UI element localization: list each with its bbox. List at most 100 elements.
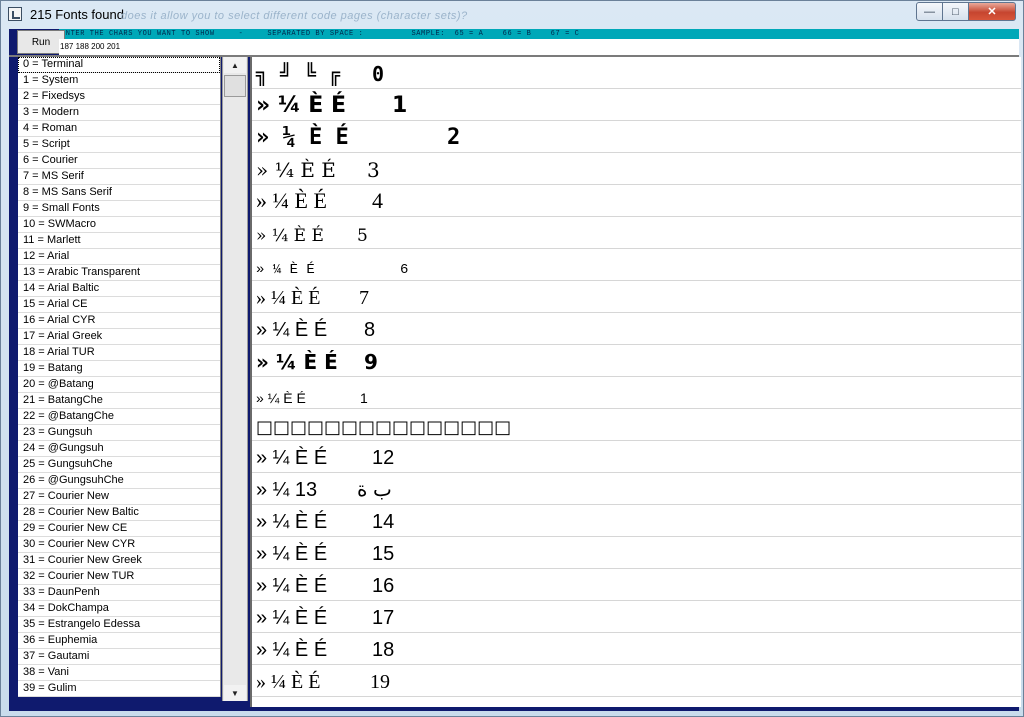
font-list-item[interactable]: 17 = Arial Greek xyxy=(18,329,220,345)
font-list-item[interactable]: 0 = Terminal xyxy=(18,57,220,73)
preview-row: » ¼ È É 18 xyxy=(252,633,1021,665)
font-list-item[interactable]: 15 = Arial CE xyxy=(18,297,220,313)
font-list-item[interactable]: 39 = Gulim xyxy=(18,681,220,697)
client-area: ENTER THE CHARS YOU WANT TO SHOW - SEPAR… xyxy=(9,29,1021,711)
font-list-item[interactable]: 31 = Courier New Greek xyxy=(18,553,220,569)
preview-row: » ¼ È É 12 xyxy=(252,441,1021,473)
window-title: 215 Fonts found xyxy=(30,7,124,22)
font-list-item[interactable]: 3 = Modern xyxy=(18,105,220,121)
arrow-up-icon: ▲ xyxy=(231,60,239,70)
preview-sample: » ¼ 13 xyxy=(256,479,318,501)
font-list-item[interactable]: 13 = Arabic Transparent xyxy=(18,265,220,281)
preview-row: » ¼ È É 7 xyxy=(252,281,1021,313)
preview-sample: » ¼ È É xyxy=(256,350,338,374)
font-list-item[interactable]: 25 = GungsuhChe xyxy=(18,457,220,473)
preview-sample: ╗ ╝ ╚ ╔ xyxy=(256,62,341,86)
preview-row: ╗ ╝ ╚ ╔ 0 xyxy=(252,57,1021,89)
preview-row: □□□□□□□□□□□□□□□ xyxy=(252,409,1021,441)
font-list-item[interactable]: 21 = BatangChe xyxy=(18,393,220,409)
font-list-item[interactable]: 18 = Arial TUR xyxy=(18,345,220,361)
preview-sample: » ¼ È É xyxy=(256,511,328,533)
preview-font-number: 12 xyxy=(372,447,395,469)
font-list-item[interactable]: 6 = Courier xyxy=(18,153,220,169)
font-list-item[interactable]: 27 = Courier New xyxy=(18,489,220,505)
scroll-up-button[interactable]: ▲ xyxy=(224,57,246,73)
maximize-button[interactable]: □ xyxy=(942,2,969,21)
preview-sample: » ¼ È É xyxy=(256,262,315,278)
preview-sample: » ¼ È É xyxy=(256,158,336,182)
preview-row: » ¼ È É 4 xyxy=(252,185,1021,217)
app-window: 215 Fonts found does it allow you to sel… xyxy=(0,0,1024,717)
preview-sample: » ¼ È É xyxy=(256,226,324,246)
run-button[interactable]: Run xyxy=(17,30,65,54)
font-list-item[interactable]: 37 = Gautami xyxy=(18,649,220,665)
preview-row: » ¼ È É 17 xyxy=(252,601,1021,633)
scroll-thumb[interactable] xyxy=(224,75,246,97)
font-list-item[interactable]: 7 = MS Serif xyxy=(18,169,220,185)
preview-font-number: 18 xyxy=(372,639,395,661)
preview-sample: » ¼ È É xyxy=(256,575,328,597)
preview-sample: » ¼ È É xyxy=(256,639,328,661)
font-list-item[interactable]: 12 = Arial xyxy=(18,249,220,265)
font-list-item[interactable]: 19 = Batang xyxy=(18,361,220,377)
font-list-item[interactable]: 33 = DaunPenh xyxy=(18,585,220,601)
font-list-item[interactable]: 9 = Small Fonts xyxy=(18,201,220,217)
preview-font-number: 7 xyxy=(359,287,369,309)
font-list-item[interactable]: 20 = @Batang xyxy=(18,377,220,393)
close-button[interactable]: ✕ xyxy=(968,2,1016,21)
preview-font-number: 1 xyxy=(392,93,408,118)
font-list-item[interactable]: 35 = Estrangelo Edessa xyxy=(18,617,220,633)
font-list-item[interactable]: 23 = Gungsuh xyxy=(18,425,220,441)
font-list-item[interactable]: 11 = Marlett xyxy=(18,233,220,249)
title-bar[interactable]: 215 Fonts found does it allow you to sel… xyxy=(1,1,1023,29)
minimize-button[interactable]: — xyxy=(916,2,943,21)
preview-sample: » ¼ È É xyxy=(256,287,321,309)
font-list-item[interactable]: 38 = Vani xyxy=(18,665,220,681)
instruction-label: ENTER THE CHARS YOU WANT TO SHOW - SEPAR… xyxy=(61,30,580,38)
font-list-item[interactable]: 1 = System xyxy=(18,73,220,89)
preview-font-number: 0 xyxy=(372,62,385,86)
font-list-item[interactable]: 8 = MS Sans Serif xyxy=(18,185,220,201)
preview-font-number: 2 xyxy=(447,125,461,150)
preview-font-number: ب ة xyxy=(357,479,392,501)
font-list-item[interactable]: 2 = Fixedsys xyxy=(18,89,220,105)
preview-font-number: 1 xyxy=(360,390,368,406)
font-list-item[interactable]: 4 = Roman xyxy=(18,121,220,137)
font-list-item[interactable]: 30 = Courier New CYR xyxy=(18,537,220,553)
close-icon: ✕ xyxy=(987,6,997,18)
preview-sample: » ¼ È É xyxy=(256,671,321,693)
font-list-item[interactable]: 36 = Euphemia xyxy=(18,633,220,649)
preview-font-number: 4 xyxy=(372,188,383,213)
preview-row: » ¼ È É 16 xyxy=(252,569,1021,601)
preview-sample: » ¼ È É xyxy=(256,543,328,565)
font-list-item[interactable]: 26 = @GungsuhChe xyxy=(18,473,220,489)
font-list-item[interactable]: 22 = @BatangChe xyxy=(18,409,220,425)
font-list-scrollbar[interactable]: ▲ ▼ xyxy=(222,57,248,701)
preview-font-number: 3 xyxy=(367,158,380,182)
font-list-item[interactable]: 29 = Courier New CE xyxy=(18,521,220,537)
font-list-item[interactable]: 10 = SWMacro xyxy=(18,217,220,233)
preview-row: » ¼ È É 6 xyxy=(252,249,1021,281)
chars-input[interactable] xyxy=(59,39,1019,55)
font-list-item[interactable]: 14 = Arial Baltic xyxy=(18,281,220,297)
font-list-item[interactable]: 28 = Courier New Baltic xyxy=(18,505,220,521)
preview-sample: » ¼ È É xyxy=(256,319,328,341)
minimize-icon: — xyxy=(924,5,935,18)
preview-sample: » ¼ È É xyxy=(256,390,306,406)
font-list-item[interactable]: 34 = DokChampa xyxy=(18,601,220,617)
preview-row: » ¼ È É 19 xyxy=(252,665,1021,697)
arrow-down-icon: ▼ xyxy=(231,688,239,698)
font-list-item[interactable]: 5 = Script xyxy=(18,137,220,153)
font-list[interactable]: 0 = Terminal 1 = System 2 = Fixedsys 3 = Mo… xyxy=(18,57,221,697)
font-list-item[interactable]: 16 = Arial CYR xyxy=(18,313,220,329)
preview-row: » ¼ 13 ب ة xyxy=(252,473,1021,505)
preview-row: » ¼ È É 8 xyxy=(252,313,1021,345)
font-list-item[interactable]: 32 = Courier New TUR xyxy=(18,569,220,585)
preview-font-number: 16 xyxy=(372,575,395,597)
font-list-item[interactable]: 24 = @Gungsuh xyxy=(18,441,220,457)
scroll-down-button[interactable]: ▼ xyxy=(224,685,246,701)
maximize-icon: □ xyxy=(952,5,959,18)
preview-sample: » ¼ È É xyxy=(256,125,349,150)
preview-sample: » ¼ È É xyxy=(256,188,327,213)
app-icon xyxy=(8,7,22,21)
